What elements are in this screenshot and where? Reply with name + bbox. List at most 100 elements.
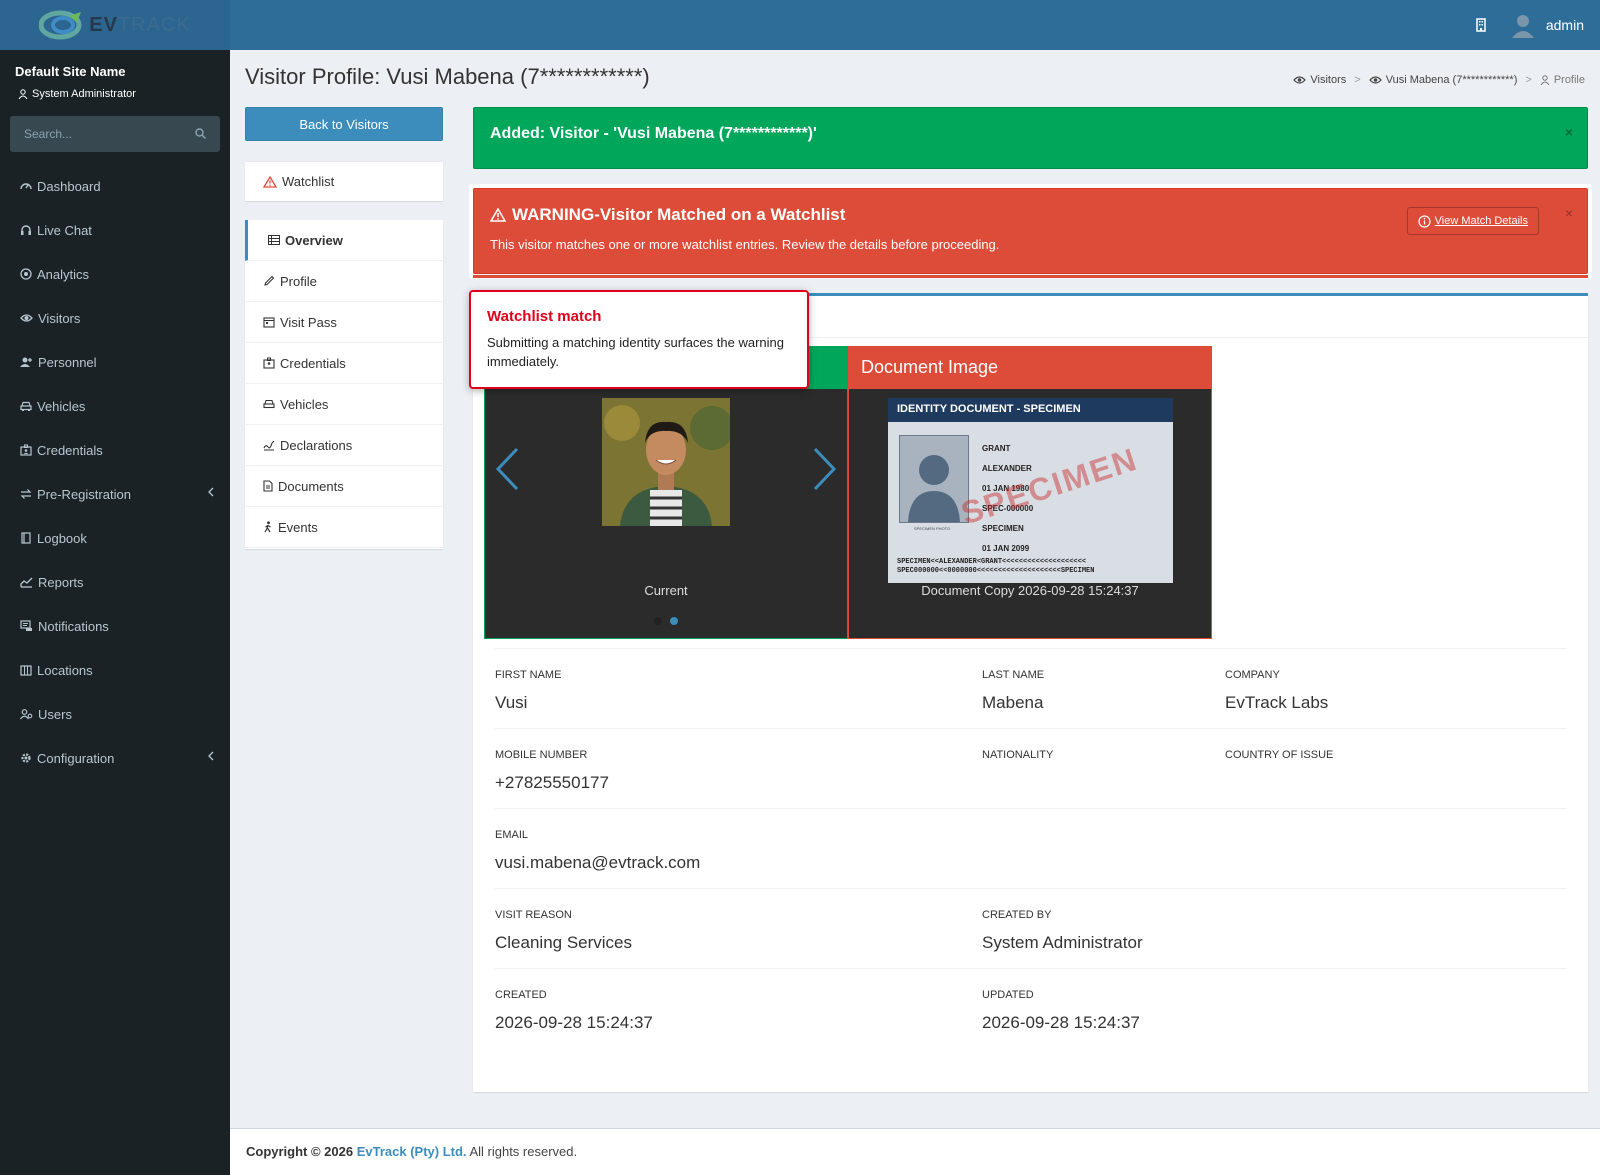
breadcrumb: Visitors > Vusi Mabena (7************) >… xyxy=(1293,74,1585,86)
calendar-icon xyxy=(263,316,275,328)
car-icon xyxy=(263,398,275,410)
menu-item-overview[interactable]: Overview xyxy=(245,220,443,261)
created-field: CREATED 2026-09-28 15:24:37 xyxy=(495,989,653,1032)
id-expiry: 01 JAN 2099 xyxy=(982,544,1030,553)
menu-item-events[interactable]: Events xyxy=(245,507,443,548)
menu-item-declarations[interactable]: Declarations xyxy=(245,425,443,466)
warning-underline xyxy=(473,275,1588,278)
sidebar: Default Site Name System Administrator D… xyxy=(0,50,230,1175)
rights-text: All rights reserved. xyxy=(469,1144,578,1159)
sidebar-item-configuration[interactable]: Configuration xyxy=(0,736,230,780)
sidebar-item-reports[interactable]: Reports xyxy=(0,560,230,604)
company-field: COMPANY EvTrack Labs xyxy=(1225,669,1329,712)
menu-item-vehicles[interactable]: Vehicles xyxy=(245,384,443,425)
details-row: MOBILE NUMBER +27825550177 NATIONALITY CO… xyxy=(495,728,1567,808)
last-name-field: LAST NAME Mabena xyxy=(982,669,1045,712)
warning-triangle-icon xyxy=(263,175,277,188)
eye-icon xyxy=(20,312,33,324)
menu-item-credentials[interactable]: Credentials xyxy=(245,343,443,384)
chevron-left-icon[interactable] xyxy=(208,487,214,497)
menu-item-profile[interactable]: Profile xyxy=(245,261,443,302)
id-doc-header: IDENTITY DOCUMENT - SPECIMEN xyxy=(888,398,1173,422)
breadcrumb-visitors-link[interactable]: Visitors xyxy=(1310,74,1346,86)
close-icon[interactable]: × xyxy=(1565,124,1573,140)
profile-menu: Overview Profile Visit Pass Credentials … xyxy=(245,220,443,549)
breadcrumb-current: Profile xyxy=(1553,74,1585,86)
first-name-field: FIRST NAME Vusi xyxy=(495,669,562,712)
pencil-icon xyxy=(263,275,275,287)
carousel-prev-icon[interactable] xyxy=(495,447,519,491)
car-icon xyxy=(20,400,32,412)
close-icon[interactable]: × xyxy=(1565,205,1573,221)
sidebar-item-credentials[interactable]: Credentials xyxy=(0,428,230,472)
visit-reason-field: VISIT REASON Cleaning Services xyxy=(495,909,633,952)
list-icon xyxy=(268,235,280,245)
view-match-details-button[interactable]: View Match Details xyxy=(1406,207,1539,235)
sidebar-item-vehicles[interactable]: Vehicles xyxy=(0,384,230,428)
id-given-names: ALEXANDER xyxy=(982,464,1032,473)
sidebar-item-pre-registration[interactable]: Pre-Registration xyxy=(0,472,230,516)
warning-triangle-icon xyxy=(490,208,506,222)
target-icon xyxy=(20,268,32,280)
users-icon xyxy=(20,708,33,720)
carousel-dot[interactable] xyxy=(654,617,662,625)
user-avatar-icon xyxy=(1510,12,1536,38)
sidebar-nav: Dashboard Live Chat Analytics Visitors P… xyxy=(0,164,230,780)
email-field: EMAIL vusi.mabena@evtrack.com xyxy=(495,829,701,872)
company-link[interactable]: EvTrack (Pty) Ltd. xyxy=(357,1144,467,1159)
document-icon xyxy=(263,480,273,492)
book-icon xyxy=(20,532,32,544)
bell-list-icon xyxy=(20,620,33,632)
nationality-field: NATIONALITY xyxy=(982,749,1054,761)
sidebar-item-personnel[interactable]: Personnel xyxy=(0,340,230,384)
details-row: FIRST NAME Vusi LAST NAME Mabena COMPANY Ev… xyxy=(495,648,1567,728)
sidebar-item-visitors[interactable]: Visitors xyxy=(0,296,230,340)
menu-item-visit-pass[interactable]: Visit Pass xyxy=(245,302,443,343)
id-card-icon xyxy=(20,444,32,456)
page-title: Visitor Profile: Vusi Mabena (7*********… xyxy=(245,64,650,89)
menu-item-documents[interactable]: Documents xyxy=(245,466,443,507)
success-message: Added: Visitor - 'Vusi Mabena (7********… xyxy=(490,125,817,142)
document-caption: Document Copy 2026-09-28 15:24:37 xyxy=(921,583,1139,598)
user-menu[interactable]: admin xyxy=(1510,12,1584,38)
chevron-left-icon[interactable] xyxy=(208,751,214,761)
sidebar-item-users[interactable]: Users xyxy=(0,692,230,736)
sidebar-item-analytics[interactable]: Analytics xyxy=(0,252,230,296)
breadcrumb-separator: > xyxy=(1354,74,1361,86)
country-of-issue-field: COUNTRY OF ISSUE xyxy=(1225,749,1334,761)
sidebar-item-logbook[interactable]: Logbook xyxy=(0,516,230,560)
carousel-indicators xyxy=(485,617,847,625)
photo-panel: Current xyxy=(484,346,848,639)
sidebar-item-dashboard[interactable]: Dashboard xyxy=(0,164,230,208)
updated-field: UPDATED 2026-09-28 15:24:37 xyxy=(982,989,1140,1032)
logo-swirl-icon xyxy=(39,10,82,40)
headset-icon xyxy=(20,224,32,236)
gear-icon xyxy=(20,752,32,764)
sidebar-item-notifications[interactable]: Notifications xyxy=(0,604,230,648)
exchange-icon xyxy=(20,488,32,500)
logo-text: EVTRACK xyxy=(89,13,191,36)
breadcrumb-visitor-link[interactable]: Vusi Mabena (7************) xyxy=(1386,74,1518,86)
watchlist-link[interactable]: Watchlist xyxy=(245,161,443,201)
footer: Copyright © 2026 EvTrack (Pty) Ltd. All … xyxy=(230,1128,1600,1175)
user-icon xyxy=(1540,75,1550,85)
search-icon[interactable] xyxy=(195,128,206,139)
sidebar-item-locations[interactable]: Locations xyxy=(0,648,230,692)
sidebar-item-live-chat[interactable]: Live Chat xyxy=(0,208,230,252)
eye-icon xyxy=(1368,75,1382,85)
document-panel-title: Document Image xyxy=(849,347,1211,389)
specimen-photo xyxy=(899,435,969,523)
overview-panel: Current Document Image IDENTITY DOCUMENT… xyxy=(473,293,1588,1092)
building-icon[interactable] xyxy=(1476,18,1488,32)
warning-text: This visitor matches one or more watchli… xyxy=(490,237,1000,252)
visitor-photo xyxy=(602,398,730,526)
walking-icon xyxy=(263,521,273,533)
copyright-text: Copyright © 2026 xyxy=(246,1144,354,1159)
carousel-next-icon[interactable] xyxy=(813,447,837,491)
dashboard-icon xyxy=(20,180,32,192)
back-to-visitors-button[interactable]: Back to Visitors xyxy=(245,107,443,141)
photo-caption: Current xyxy=(644,583,688,598)
evtrack-logo[interactable]: EVTRACK xyxy=(0,0,230,50)
carousel-dot-active[interactable] xyxy=(670,617,678,625)
search-input[interactable] xyxy=(10,116,220,152)
